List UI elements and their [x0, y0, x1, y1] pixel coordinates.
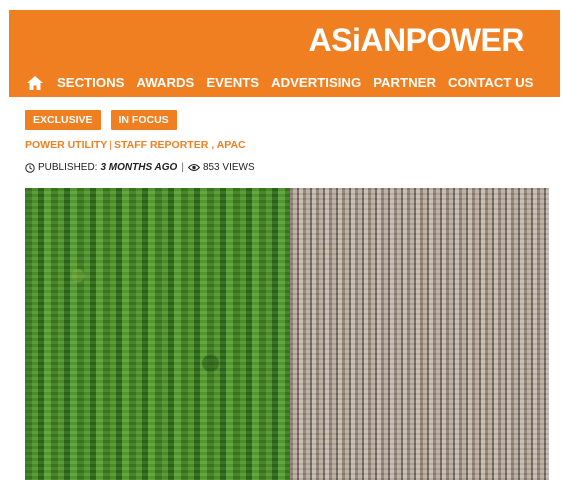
- nav-partner[interactable]: PARTNER: [373, 75, 436, 90]
- meta-separator: |: [181, 162, 184, 173]
- clock-icon: [25, 162, 35, 173]
- nav-awards[interactable]: AWARDS: [136, 75, 194, 90]
- site-header: ASiANPOWER SECTIONS AWARDS EVENTS ADVERT…: [9, 10, 560, 97]
- published-label: PUBLISHED:: [38, 162, 98, 173]
- nav-advertising[interactable]: ADVERTISING: [271, 75, 361, 90]
- eye-icon: [187, 163, 200, 172]
- tag-exclusive[interactable]: EXCLUSIVE: [25, 110, 101, 130]
- byline-separator: |: [109, 139, 112, 151]
- article-meta: PUBLISHED: 3 MONTHS AGO | 853 VIEWS: [25, 162, 255, 173]
- nav-events[interactable]: EVENTS: [206, 75, 259, 90]
- article-hero-image: [25, 188, 549, 480]
- hero-image-crop-field: [25, 188, 290, 480]
- nav-sections[interactable]: SECTIONS: [57, 75, 124, 90]
- site-logo[interactable]: ASiANPOWER: [309, 20, 525, 60]
- view-count: 853 VIEWS: [202, 162, 255, 173]
- category-link[interactable]: POWER UTILITY: [25, 139, 107, 151]
- hero-image-soil-field: [290, 188, 549, 480]
- author-link[interactable]: STAFF REPORTER , APAC: [114, 139, 246, 151]
- nav-contact-us[interactable]: CONTACT US: [448, 75, 533, 90]
- main-nav: SECTIONS AWARDS EVENTS ADVERTISING PARTN…: [9, 68, 560, 97]
- article-tags: EXCLUSIVE IN FOCUS: [25, 110, 177, 130]
- home-icon[interactable]: [23, 73, 47, 93]
- published-ago: 3 MONTHS AGO: [100, 162, 178, 173]
- tag-in-focus[interactable]: IN FOCUS: [110, 110, 177, 130]
- article-byline: POWER UTILITY | STAFF REPORTER , APAC: [25, 139, 246, 151]
